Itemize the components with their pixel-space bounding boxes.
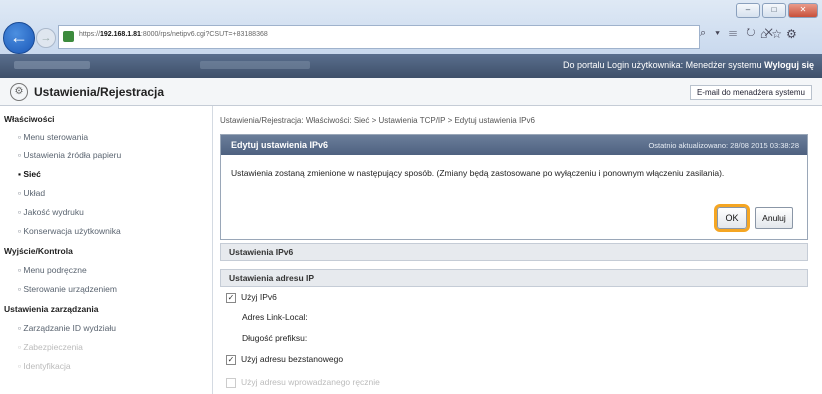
dialog-header: Edytuj ustawienia IPv6 Ostatnio aktualiz… [221, 135, 807, 155]
use-ipv6-checkbox[interactable]: ✓ [226, 292, 236, 303]
forward-button[interactable]: → [36, 28, 56, 48]
sidebar-item[interactable]: ▫ Menu podręczne [18, 265, 87, 275]
last-updated: Ostatnio aktualizowano: 28/08 2015 03:38… [648, 141, 799, 150]
breadcrumb: Ustawienia/Rejestracja: Właściwości: Sie… [220, 116, 535, 125]
home-star-gear-icons[interactable]: ⌂☆⚙ [760, 27, 801, 41]
ok-button[interactable]: OK [717, 207, 747, 229]
manual-address-label: Użyj adresu wprowadzanego ręcznie [241, 377, 380, 387]
site-icon [63, 31, 74, 42]
sidebar-item[interactable]: ▫ Jakość wydruku [18, 207, 84, 217]
top-links: Do portalu Login użytkownika: Menedżer s… [563, 60, 814, 70]
sidebar-item[interactable]: ▫ Menu sterowania [18, 132, 88, 142]
browser-chrome: – □ ✕ ← → https://192.168.1.81:8000/rps/… [0, 0, 822, 54]
section-ip-address-settings: Ustawienia adresu IP [220, 269, 808, 287]
use-ipv6-label: Użyj IPv6 [241, 292, 277, 302]
logout-link[interactable]: Wyloguj się [764, 60, 814, 70]
section-ipv6-settings: Ustawienia IPv6 [220, 243, 808, 261]
window-controls: – □ ✕ [736, 3, 818, 18]
stateless-label: Użyj adresu bezstanowego [241, 354, 344, 364]
cancel-button[interactable]: Anuluj [755, 207, 793, 229]
sidebar-item[interactable]: ▫ Zarządzanie ID wydziału [18, 323, 116, 333]
prefix-length-label: Długość prefiksu: [242, 333, 308, 343]
close-window-button[interactable]: ✕ [788, 3, 818, 18]
stateless-checkbox[interactable]: ✓ [226, 354, 236, 365]
sidebar-item[interactable]: ▫ Zabezpieczenia [18, 342, 83, 352]
settings-icon: ⚙ [10, 83, 28, 101]
sidebar-section-title: Wyjście/Kontrola [4, 246, 73, 256]
sidebar: Właściwości ▫ Menu sterowania ▫ Ustawien… [0, 106, 213, 394]
maximize-button[interactable]: □ [762, 3, 786, 18]
link-local-label: Adres Link-Local: [242, 312, 308, 322]
use-stateless-row[interactable]: ✓ Użyj adresu bezstanowego [226, 354, 343, 365]
sidebar-item[interactable]: ▫ Sterowanie urządzeniem [18, 284, 117, 294]
sidebar-section-title: Właściwości [4, 114, 55, 124]
manual-address-checkbox[interactable] [226, 377, 236, 388]
sidebar-item[interactable]: ▫ Ustawienia źródła papieru [18, 150, 121, 160]
portal-login-info[interactable]: Do portalu Login użytkownika: Menedżer s… [563, 60, 762, 70]
sidebar-item[interactable]: ▫ Identyfikacja [18, 361, 71, 371]
confirm-dialog: Edytuj ustawienia IPv6 Ostatnio aktualiz… [220, 134, 808, 240]
title-bar: ⚙ Ustawienia/Rejestracja E-mail do menad… [0, 78, 822, 106]
use-ipv6-row[interactable]: ✓ Użyj IPv6 [226, 292, 277, 303]
email-admin-link[interactable]: E-mail do menadżera systemu [689, 85, 812, 100]
dialog-message: Ustawienia zostaną zmienione w następują… [231, 168, 725, 178]
product-name-blurred [14, 61, 90, 69]
sidebar-item[interactable]: ▫ Konserwacja użytkownika [18, 226, 121, 236]
url-text: https://192.168.1.81:8000/rps/netipv6.cg… [79, 31, 268, 38]
address-bar[interactable]: https://192.168.1.81:8000/rps/netipv6.cg… [58, 25, 700, 49]
use-manual-row[interactable]: Użyj adresu wprowadzanego ręcznie [226, 377, 380, 388]
sidebar-item[interactable]: ▫ Układ [18, 188, 45, 198]
sidebar-section-title: Ustawienia zarządzania [4, 304, 99, 314]
device-name-blurred [200, 61, 310, 69]
sidebar-item-active[interactable]: ▪ Sieć [18, 169, 41, 179]
dialog-title: Edytuj ustawienia IPv6 [231, 140, 329, 150]
back-button[interactable]: ← [3, 22, 35, 54]
top-bar: Do portalu Login użytkownika: Menedżer s… [0, 54, 822, 78]
page-title: Ustawienia/Rejestracja [34, 85, 165, 99]
minimize-button[interactable]: – [736, 3, 760, 18]
